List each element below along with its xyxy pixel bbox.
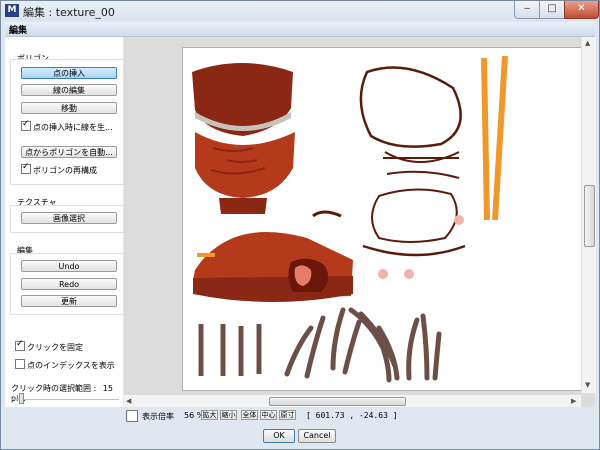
auto-polygon-button[interactable]: 点からポリゴンを自動...	[21, 146, 117, 158]
fix-click-checkbox[interactable]: ✓ クリックを固定	[15, 339, 83, 353]
fix-click-label: クリックを固定	[27, 343, 83, 352]
gen-line-checkbox[interactable]: ✓ 点の挿入時に線を生...	[21, 119, 113, 133]
minimize-button[interactable]: ‒	[514, 1, 540, 19]
checkbox-box	[15, 359, 25, 369]
scroll-up-icon[interactable]: ▲	[585, 39, 590, 47]
insert-point-button[interactable]: 点の挿入	[21, 67, 117, 79]
move-button[interactable]: 移動	[21, 102, 117, 114]
menu-bar: 編集	[5, 22, 595, 37]
cursor-coords: [ 601.73 , -24.63 ]	[306, 411, 398, 420]
update-button[interactable]: 更新	[21, 295, 117, 307]
close-button[interactable]: ✕	[564, 1, 599, 19]
editor-window: M 編集 : texture_00 ‒ □ ✕ 編集 ポリゴン 点の挿入 線の編…	[0, 0, 600, 450]
zoom-in-button[interactable]: 拡大	[201, 410, 218, 420]
tool-panel: ポリゴン 点の挿入 線の編集 移動 ✓点の挿入時に線を生... 点からポリゴンを…	[5, 37, 124, 407]
zoom-color-box[interactable]	[126, 410, 138, 422]
check-icon: ✓	[16, 339, 24, 349]
window-title: 編集 : texture_00	[23, 6, 115, 19]
status-bar: 表示倍率 56 % 拡大 縮小 全体 中心 原寸 [ 601.73 , -24.…	[124, 408, 595, 422]
app-icon: M	[5, 4, 19, 17]
checkbox-box: ✓	[21, 162, 31, 174]
range-slider-track[interactable]	[11, 399, 119, 400]
ok-button[interactable]: OK	[263, 429, 295, 443]
fit-all-button[interactable]: 全体	[241, 410, 258, 420]
texture-art	[192, 55, 508, 383]
zoom-label: 表示倍率	[142, 412, 174, 421]
zoom-out-button[interactable]: 縮小	[220, 410, 237, 420]
scroll-down-icon[interactable]: ▼	[585, 381, 590, 389]
maximize-button[interactable]: □	[539, 1, 565, 19]
scroll-left-icon[interactable]: ◀	[126, 397, 131, 405]
select-range-label: クリック時の選択範囲 : 15 pi...	[11, 383, 123, 403]
rebuild-polygon-checkbox[interactable]: ✓ ポリゴンの再構成	[21, 162, 97, 176]
checkbox-box: ✓	[15, 339, 25, 351]
horizontal-scroll-thumb[interactable]	[269, 397, 406, 406]
range-slider-thumb[interactable]	[19, 393, 24, 404]
original-size-button[interactable]: 原寸	[279, 410, 296, 420]
show-index-checkbox[interactable]: 点のインデックスを表示	[15, 359, 115, 371]
gen-line-label: 点の挿入時に線を生...	[33, 123, 113, 132]
canvas-area[interactable]	[124, 37, 595, 407]
horizontal-scrollbar[interactable]: ◀ ▶	[124, 395, 581, 407]
rebuild-polygon-label: ポリゴンの再構成	[33, 166, 97, 175]
show-index-label: 点のインデックスを表示	[27, 361, 115, 370]
vertical-scrollbar[interactable]: ▲ ▼	[581, 37, 596, 393]
title-bar[interactable]: M 編集 : texture_00 ‒ □ ✕	[1, 1, 599, 21]
check-icon: ✓	[22, 162, 30, 172]
redo-button[interactable]: Redo	[21, 278, 117, 290]
checkbox-box: ✓	[21, 119, 31, 131]
cancel-button[interactable]: Cancel	[298, 429, 336, 443]
edit-line-button[interactable]: 線の編集	[21, 84, 117, 96]
vertical-scroll-thumb[interactable]	[584, 185, 595, 247]
undo-button[interactable]: Undo	[21, 260, 117, 272]
menu-edit[interactable]: 編集	[9, 23, 27, 36]
center-button[interactable]: 中心	[260, 410, 277, 420]
select-image-button[interactable]: 画像選択	[21, 212, 117, 224]
scroll-right-icon[interactable]: ▶	[571, 397, 576, 405]
texture-image[interactable]	[182, 47, 582, 391]
range-label-text: クリック時の選択範囲 :	[11, 384, 97, 393]
check-icon: ✓	[22, 119, 30, 129]
